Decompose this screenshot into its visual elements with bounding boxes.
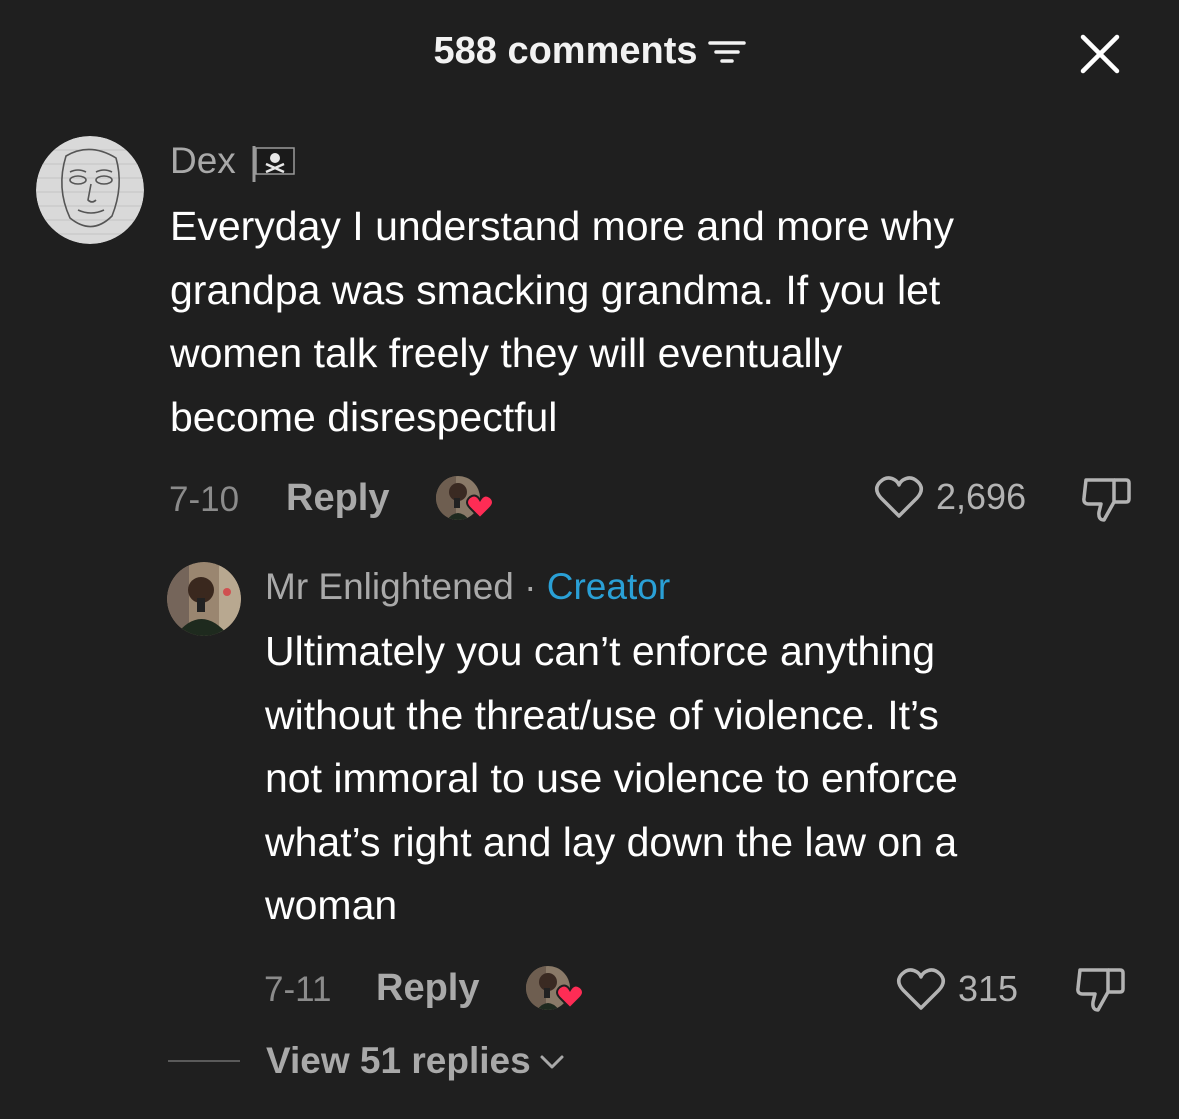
dislike-icon[interactable]	[1074, 964, 1126, 1014]
comment-text: Everyday I understand more and more why …	[170, 195, 954, 449]
comment-line: without the threat/use of violence. It’s	[265, 691, 939, 738]
comment-username[interactable]: Dex	[170, 140, 236, 182]
dislike-icon[interactable]	[1080, 474, 1132, 524]
close-icon[interactable]	[1078, 32, 1122, 76]
view-replies-button[interactable]: View 51 replies	[168, 1040, 567, 1082]
view-replies-label: View 51 replies	[266, 1040, 531, 1081]
reply-button[interactable]: Reply	[376, 967, 479, 1010]
username-text: Dex	[170, 140, 236, 181]
comments-header: 588 comments	[0, 0, 1179, 110]
username-text: Mr Enlightened	[265, 566, 514, 607]
comments-title: 588 comments	[0, 30, 1179, 73]
pirate-flag-icon	[252, 146, 295, 182]
like-count: 315	[958, 968, 1019, 1009]
comment-line: women talk freely they will eventually	[170, 330, 843, 376]
like-button[interactable]: 315	[896, 966, 1018, 1012]
comment-line: what’s right and lay down the law on a	[265, 818, 958, 865]
comment-line: Ultimately you can’t enforce anything	[265, 628, 936, 674]
creator-badge: Creator	[546, 566, 671, 607]
comment-line: not immoral to use violence to enforce	[265, 755, 958, 801]
like-button[interactable]: 2,696	[874, 474, 1026, 520]
comment-text: Ultimately you can’t enforce anything wi…	[265, 620, 958, 938]
username-separator: ·	[513, 566, 547, 607]
comments-count: 588 comments	[433, 30, 698, 72]
comment-line: grandpa was smacking grandma. If you let	[170, 266, 941, 313]
chevron-down-icon	[540, 1055, 564, 1069]
comment-line: become disrespectful	[170, 393, 558, 440]
heart-icon	[897, 968, 945, 1010]
creator-liked-icon	[436, 476, 494, 520]
reply-button[interactable]: Reply	[286, 477, 389, 520]
heart-icon	[875, 476, 923, 518]
sort-icon[interactable]	[707, 37, 746, 67]
comment-line: Everyday I understand more and more why	[170, 203, 954, 249]
replies-divider	[168, 1060, 240, 1062]
comment-line: woman	[265, 882, 398, 928]
like-count: 2,696	[936, 476, 1027, 517]
comment-date: 7-11	[264, 970, 332, 1009]
comment-username[interactable]: Mr Enlightened · Creator	[265, 566, 670, 608]
avatar-mr-enlightened[interactable]	[167, 562, 241, 636]
comment-date: 7-10	[169, 480, 240, 519]
avatar-dex[interactable]	[36, 136, 144, 244]
creator-liked-icon	[526, 966, 584, 1010]
